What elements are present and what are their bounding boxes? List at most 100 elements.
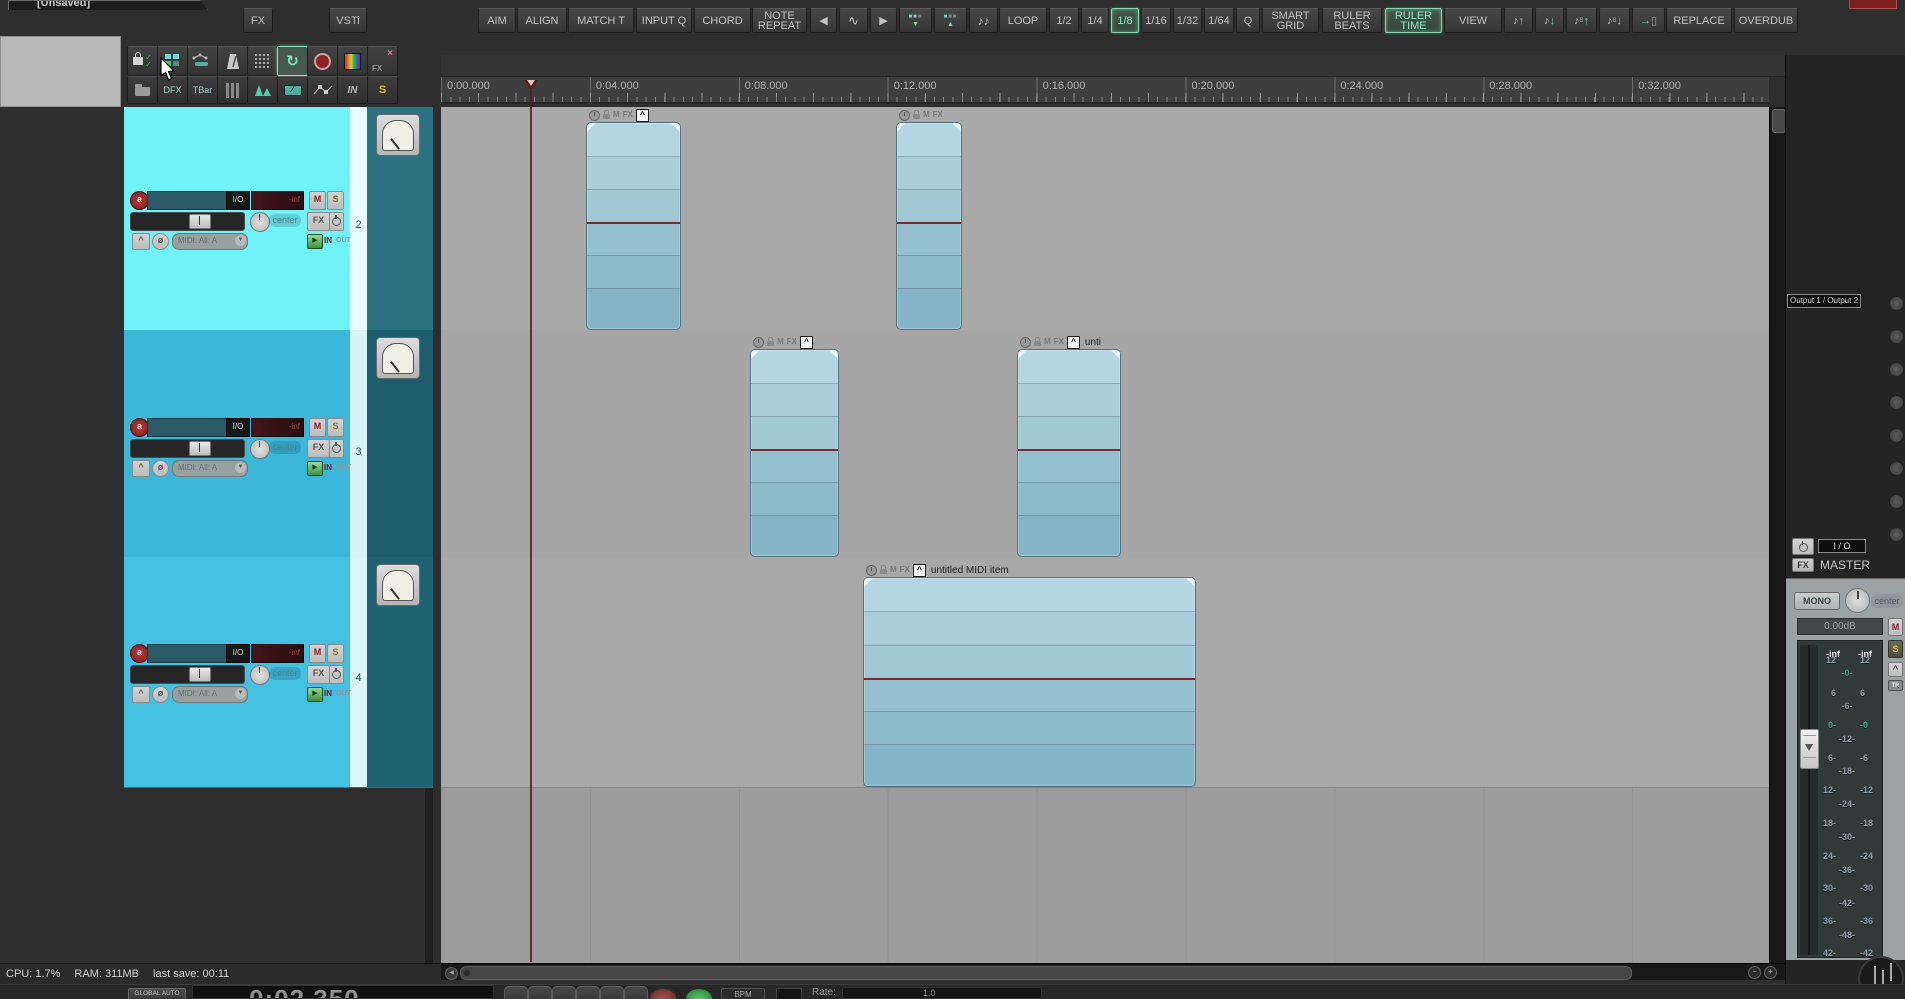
item-mute-button[interactable]: M <box>923 110 930 120</box>
chevron-down-icon[interactable]: ▼ <box>235 688 246 699</box>
dock-knob-icon[interactable] <box>1889 362 1904 377</box>
item-dial-icon[interactable] <box>899 109 910 121</box>
track-panel-4[interactable]: 4 a I/O -inf M Scenter FX ^ ø MIDI: All: A ▼ ▶ IN OUT <box>124 557 433 788</box>
midi-input-selector[interactable]: MIDI: All: A ▼ <box>172 460 248 477</box>
midi-item-header[interactable]: M FX <box>899 109 943 121</box>
dock-knob-icon[interactable] <box>1889 395 1904 410</box>
transport-next-button[interactable] <box>600 986 624 999</box>
item-envelope-icon[interactable]: ^ <box>1066 335 1080 349</box>
toolbar-button-align[interactable]: ALIGN <box>517 8 567 33</box>
item-lock-icon[interactable] <box>767 337 774 346</box>
master-volume-readout[interactable]: 0.00dB <box>1797 618 1883 635</box>
item-envelope-icon[interactable]: ^ <box>799 335 813 349</box>
input-button[interactable]: IN <box>337 76 368 104</box>
track-envelope-button[interactable]: ^ <box>132 460 150 477</box>
monitor-play-icon[interactable]: ▶ <box>307 461 323 476</box>
transport-forward-button[interactable] <box>624 986 648 999</box>
item-dial-icon[interactable] <box>866 564 877 576</box>
titlebar-clipped-button[interactable] <box>1849 0 1897 9</box>
dock-knob-icon[interactable] <box>1889 329 1904 344</box>
toolbar-button-1-64[interactable]: 1/64 <box>1204 8 1234 33</box>
track-solo-button[interactable]: S <box>327 191 344 210</box>
midi-item[interactable] <box>750 349 839 557</box>
output-route-display[interactable]: Output 1 / Output 2 <box>1787 294 1861 308</box>
master-mono-button[interactable]: MONO <box>1794 592 1840 610</box>
item-lock-icon[interactable] <box>603 110 610 119</box>
fx-bypass-button[interactable]: × FX <box>367 46 398 76</box>
mixer-button[interactable] <box>217 76 248 104</box>
toolbar-button-1-8[interactable]: 1/8 <box>1111 8 1139 33</box>
track-envelope-button[interactable]: ^ <box>132 233 150 250</box>
track-io-button[interactable]: I/O <box>226 418 250 437</box>
track-fx-button[interactable]: FX <box>307 212 330 231</box>
track-mute-button[interactable]: M <box>309 644 326 663</box>
master-fader-handle[interactable] <box>1800 729 1819 769</box>
item-fx-button[interactable]: FX <box>900 565 910 575</box>
monitor-play-icon[interactable]: ▶ <box>307 687 323 702</box>
note-octave-up-button[interactable]: ♪ 8 ↑ <box>1566 8 1597 33</box>
folder-button[interactable] <box>127 76 158 104</box>
step-sequencer-down-icon-button[interactable]: ■■■ ▼ <box>899 8 932 33</box>
toolbar-button-ruler-time[interactable]: RULER TIME <box>1385 8 1442 33</box>
track-mute-button[interactable]: M <box>309 418 326 437</box>
master-fader-slot[interactable] <box>1800 645 1818 955</box>
tbar-button[interactable]: TBar <box>187 76 218 104</box>
track-volume-fader[interactable] <box>130 665 245 684</box>
track-pan-knob[interactable] <box>250 212 270 232</box>
track-pan-knob[interactable] <box>250 439 270 459</box>
monitor-controls[interactable]: ▶ IN OUT <box>307 686 351 702</box>
fader-handle[interactable] <box>189 214 211 229</box>
track-panel-3[interactable]: 3 a I/O -inf M Scenter FX ^ ø MIDI: All: A ▼ ▶ IN OUT <box>124 330 433 558</box>
toolbar-button-loop[interactable]: LOOP <box>999 8 1047 33</box>
paste-item-button[interactable]: → ▯ <box>1632 8 1665 33</box>
track-fx-button[interactable]: FX <box>307 439 330 458</box>
item-fx-button[interactable]: FX <box>933 110 943 120</box>
horizontal-scrollbar[interactable]: ◀ <box>441 963 1785 980</box>
dock-knob-icon[interactable] <box>1889 461 1904 476</box>
toolbar-button-chord[interactable]: CHORD <box>694 8 751 33</box>
grid-dots-button[interactable] <box>247 46 278 76</box>
lock-settings-button[interactable]: ✓ ✓ <box>127 46 158 76</box>
fx-button[interactable]: FX <box>243 8 273 33</box>
track-fx-button[interactable]: FX <box>307 665 330 684</box>
midi-item-header[interactable]: M FX ^ <box>589 108 649 122</box>
transport-pause-button[interactable] <box>576 986 600 999</box>
midi-input-selector[interactable]: MIDI: All: A ▼ <box>172 686 248 703</box>
master-power-button[interactable] <box>1792 538 1814 555</box>
note-octave-down-button[interactable]: ♪ 8 ↓ <box>1599 8 1630 33</box>
item-lock-icon[interactable] <box>1034 337 1041 346</box>
master-pan-knob[interactable] <box>1845 588 1870 613</box>
track-name-field[interactable] <box>147 191 227 210</box>
toolbar-button-1-2[interactable]: 1/2 <box>1049 8 1079 33</box>
vertical-scrollbar-thumb[interactable] <box>1772 109 1786 133</box>
envelope-nodes-button[interactable] <box>307 76 338 104</box>
item-fx-button[interactable]: FX <box>623 110 633 120</box>
note-pair-button[interactable]: ♪♪ <box>969 8 998 33</box>
transport-stop-button[interactable] <box>552 986 576 999</box>
item-fx-button[interactable]: FX <box>787 337 797 347</box>
track-envelope-button[interactable]: ^ <box>132 686 150 703</box>
fader-handle[interactable] <box>189 441 211 456</box>
dock-knob-icon[interactable] <box>1889 494 1904 509</box>
rate-slider[interactable]: 1.0 <box>842 987 1042 999</box>
track-fx-power-button[interactable] <box>329 665 344 684</box>
item-color-button[interactable] <box>337 46 368 76</box>
dock-knob-icon[interactable] <box>1889 296 1904 311</box>
metronome-button[interactable] <box>217 46 248 76</box>
master-fx-button[interactable]: FX <box>1792 558 1814 572</box>
dock-knob-icon[interactable] <box>1889 428 1904 443</box>
midi-item-header[interactable]: M FX ^ <box>753 335 813 349</box>
dock-knob-icon[interactable] <box>1889 527 1904 542</box>
vertical-scrollbar[interactable] <box>1769 107 1786 963</box>
track-solo-button[interactable]: S <box>327 418 344 437</box>
item-mute-button[interactable]: M <box>890 565 897 575</box>
track-io-button[interactable]: I/O <box>226 191 250 210</box>
next-item-button[interactable]: ▶ <box>870 8 897 33</box>
transport-time-display[interactable]: 0:02.350 <box>192 985 494 999</box>
midi-item-header[interactable]: M FX ^ unti <box>1020 335 1101 349</box>
toolbar-button-q[interactable]: Q <box>1236 8 1260 33</box>
midi-input-selector[interactable]: MIDI: All: A ▼ <box>172 233 248 250</box>
item-mute-button[interactable]: M <box>613 110 620 120</box>
track-pan-knob[interactable] <box>250 665 270 685</box>
project-tab[interactable]: [Unsaved] <box>8 0 208 10</box>
